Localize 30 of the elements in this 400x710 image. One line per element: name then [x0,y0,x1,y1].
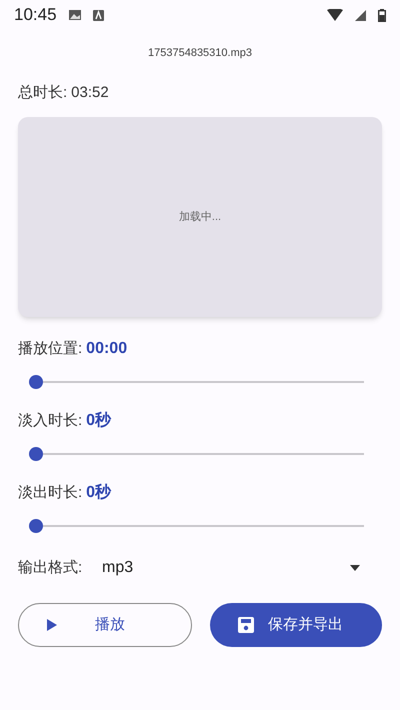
slider-thumb[interactable] [29,519,43,533]
status-time: 10:45 [14,4,57,26]
loading-text: 加载中... [178,210,222,225]
slider-label: 淡出时长: [18,483,82,503]
total-duration-label: 总时长: [18,82,68,102]
battery-icon [378,8,386,22]
total-duration-value: 03:52 [71,82,109,102]
save-icon [238,617,254,633]
signal-icon [355,10,366,20]
slider[interactable] [29,519,364,533]
slider-thumb[interactable] [29,447,43,461]
play-button[interactable]: 播放 [18,603,192,647]
letter-icon [92,10,104,20]
slider-label: 播放位置: [18,339,82,359]
slider-label: 淡入时长: [18,411,82,431]
slider[interactable] [29,447,364,461]
play-icon [47,619,57,631]
slider-value: 00:00 [86,339,128,359]
file-name: 1753754835310.mp3 [148,46,252,61]
slider[interactable] [29,375,364,389]
format-label: 输出格式: [18,558,84,578]
dropdown-caret-icon [350,565,360,571]
slider-thumb[interactable] [29,375,43,389]
save-export-button[interactable]: 保存并导出 [210,603,382,647]
wifi-icon [327,9,343,21]
format-dropdown[interactable]: 输出格式: mp3 [0,553,400,583]
image-icon [68,9,81,21]
slider-value: 0秒 [86,482,112,503]
slider-value: 0秒 [86,410,112,431]
format-value: mp3 [102,558,134,578]
